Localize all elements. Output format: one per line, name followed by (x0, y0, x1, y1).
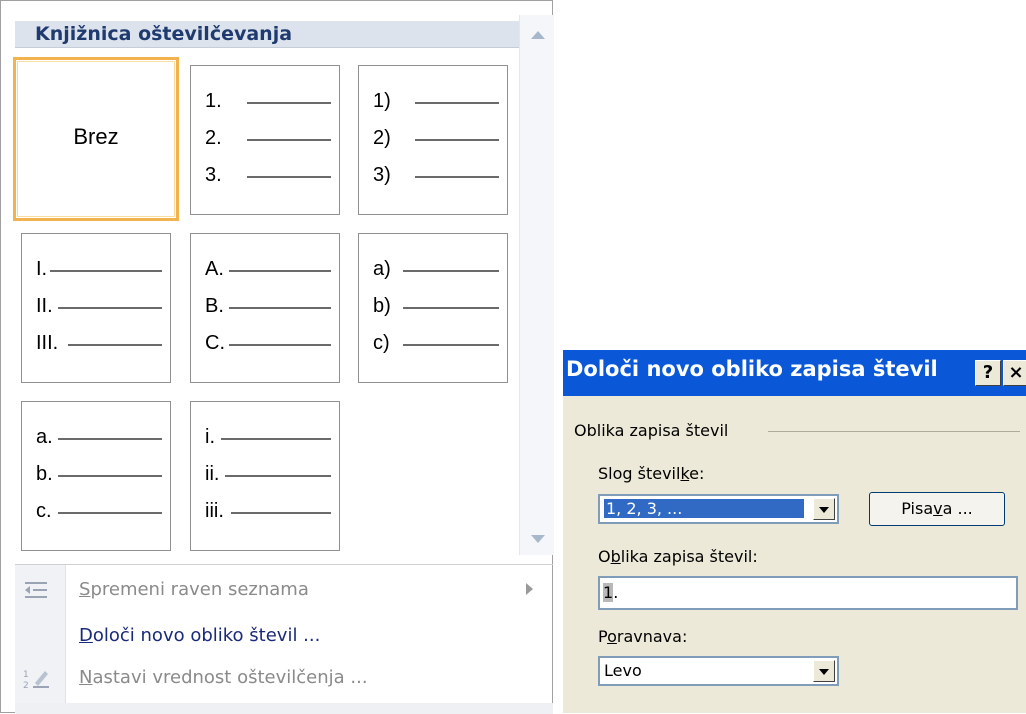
tile-row-label: 1) (373, 90, 391, 112)
numbering-tile-lower-roman[interactable]: i. ii. iii. (190, 401, 340, 551)
library-header: Knjižnica oštevilčevanja (15, 21, 519, 48)
submenu-arrow-icon (526, 583, 533, 595)
tile-row-label: 3) (373, 164, 391, 186)
set-numbering-value-icon: 1 2 (23, 670, 49, 691)
menu-separator (15, 564, 553, 565)
number-format-input[interactable]: 1. (598, 576, 1018, 610)
number-format-text: . (613, 583, 619, 602)
menu-define-new-number-format[interactable]: Določi novo obliko števil ... (79, 625, 320, 646)
tile-row-label: A. (205, 258, 224, 280)
tile-row-label: 2) (373, 127, 391, 149)
resize-grip-bar[interactable] (15, 703, 553, 714)
dropdown-arrow-icon[interactable] (813, 660, 835, 682)
tile-row-label: I. (36, 258, 48, 280)
numbering-tile-lower-alpha-paren[interactable]: a) b) c) (358, 233, 508, 383)
tile-row-label: C. (205, 332, 225, 354)
tile-row-label: a. (36, 426, 53, 448)
numbering-tile-decimal-dot[interactable]: 1. 2. 3. (190, 65, 340, 215)
numbering-tile-upper-alpha[interactable]: A. B. C. (190, 233, 340, 383)
close-button[interactable]: × (1003, 360, 1026, 386)
scroll-down-arrow-icon[interactable] (531, 535, 545, 543)
tile-row-label: iii. (205, 500, 224, 522)
tile-row-label: III. (36, 332, 59, 354)
menu-accelerator: D (79, 625, 93, 646)
menu-accelerator: S (79, 579, 91, 600)
menu-set-numbering-value: Nastavi vrednost oštevilčenja ... (79, 667, 368, 688)
help-button[interactable]: ? (975, 360, 1001, 386)
numbering-library-panel: Knjižnica oštevilčevanja Brez 1. 2. 3. 1… (0, 0, 554, 714)
svg-text:1: 1 (23, 670, 29, 680)
dialog-title: Določi novo obliko zapisa števil (566, 357, 938, 381)
alignment-combo[interactable]: Levo (598, 656, 839, 686)
number-style-combo[interactable]: 1, 2, 3, ... (598, 494, 839, 524)
alignment-value: Levo (604, 661, 642, 680)
dropdown-arrow-icon[interactable] (813, 498, 835, 520)
numbering-tile-upper-roman[interactable]: I. II. III. (21, 233, 171, 383)
scroll-up-arrow-icon[interactable] (531, 31, 545, 39)
tile-row-label: b. (36, 463, 53, 485)
menu-change-list-level: Spremeni raven seznama (79, 579, 309, 600)
tile-none-label: Brez (73, 124, 119, 149)
tile-row-label: 1. (205, 90, 222, 112)
menu-accelerator: N (79, 667, 93, 688)
tile-row-label: 3. (205, 164, 222, 186)
number-format-field-code: 1 (603, 583, 614, 602)
number-style-value: 1, 2, 3, ... (604, 499, 804, 518)
number-style-label: Slog številke: (598, 464, 705, 483)
numbering-tile-lower-alpha-dot[interactable]: a. b. c. (21, 401, 171, 551)
tile-row-label: II. (36, 295, 53, 317)
tile-row-label: a) (373, 258, 391, 280)
alignment-label: Poravnava: (598, 627, 688, 646)
change-list-level-icon (25, 582, 47, 598)
tile-row-label: c. (36, 500, 52, 522)
tile-row-label: b) (373, 295, 391, 317)
font-button[interactable]: Pisava ... (869, 492, 1005, 526)
dialog-titlebar[interactable]: Določi novo obliko zapisa števil ? × (563, 350, 1026, 396)
define-number-format-dialog: Določi novo obliko zapisa števil ? × Obl… (563, 350, 1026, 713)
numbering-tile-decimal-paren[interactable]: 1) 2) 3) (358, 65, 508, 215)
svg-text:2: 2 (23, 681, 29, 691)
tile-row-label: i. (205, 426, 215, 448)
tile-row-label: B. (205, 295, 224, 317)
tile-row-label: 2. (205, 127, 222, 149)
group-label: Oblika zapisa števil (574, 421, 729, 440)
library-title: Knjižnica oštevilčevanja (35, 23, 293, 45)
number-format-label: Oblika zapisa števil: (598, 547, 758, 566)
tile-row-label: ii. (205, 463, 220, 485)
tile-row-label: c) (373, 332, 390, 354)
numbering-tile-none[interactable]: Brez (13, 57, 179, 221)
library-scrollbar[interactable] (519, 15, 554, 555)
group-divider (768, 431, 1020, 432)
